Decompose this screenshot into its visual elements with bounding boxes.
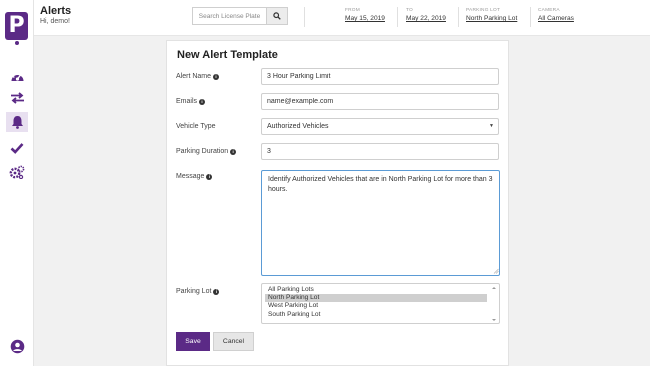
header-divider [530, 7, 531, 27]
top-header: Alerts Hi, demo! FROM May 15, 2019 TO Ma… [34, 0, 650, 36]
dashboard-icon[interactable] [6, 66, 28, 86]
emails-input[interactable] [261, 93, 499, 110]
dropdown-caret-icon: ▼ [489, 123, 494, 129]
vehicle-type-label: Vehicle Type [176, 123, 216, 130]
vehicle-type-value: Authorized Vehicles [267, 123, 329, 130]
info-icon: i [213, 73, 220, 80]
message-textarea[interactable] [261, 170, 500, 276]
settings-icon[interactable] [6, 162, 28, 182]
parking-duration-label: Parking Duration i [176, 148, 237, 155]
app-logo[interactable]: P [5, 12, 28, 45]
license-plate-search-input[interactable] [192, 7, 266, 25]
emails-label: Emails i [176, 98, 206, 105]
alert-name-label: Alert Name i [176, 73, 220, 80]
check-icon[interactable] [6, 138, 28, 158]
parking-lot-option[interactable]: South Parking Lot [265, 311, 487, 319]
page-title: Alerts [40, 5, 72, 17]
from-date-link[interactable]: May 15, 2019 [345, 15, 385, 22]
logo-letter: P [8, 13, 25, 38]
info-icon: i [206, 173, 213, 180]
save-button[interactable]: Save [176, 332, 210, 351]
sidebar: P [0, 0, 34, 366]
scrollbar[interactable] [491, 286, 497, 322]
from-label: FROM [345, 8, 360, 13]
search-button[interactable] [266, 7, 288, 25]
parking-lot-option[interactable]: West Parking Lot [265, 302, 487, 310]
to-date-link[interactable]: May 22, 2019 [406, 15, 446, 22]
header-divider [304, 7, 305, 27]
transfer-icon[interactable] [6, 88, 28, 108]
new-alert-template-card: New Alert Template Alert Namei Emailsi V… [166, 40, 509, 366]
header-divider [397, 7, 398, 27]
logo-pin-dot [15, 41, 19, 45]
parking-lot-label: Parking Lot i [176, 288, 220, 295]
parking-lot-filter: PARKING LOT North Parking Lot [466, 8, 517, 22]
alert-name-input[interactable] [261, 68, 499, 85]
parking-lot-label: PARKING LOT [466, 8, 501, 13]
parking-lot-option-selected[interactable]: North Parking Lot [265, 294, 487, 303]
header-divider [458, 7, 459, 27]
info-icon: i [230, 148, 237, 155]
user-icon[interactable] [6, 336, 28, 356]
alert-name-label-text: Alert Name [176, 73, 212, 80]
camera-label: CAMERA [538, 8, 560, 13]
message-label: Message i [176, 173, 213, 180]
camera-filter: CAMERA All Cameras [538, 8, 574, 22]
user-greeting: Hi, demo! [40, 18, 70, 25]
message-label-text: Message [176, 173, 205, 180]
parking-lot-option[interactable]: All Parking Lots [265, 286, 487, 294]
info-icon: i [213, 288, 220, 295]
emails-label-text: Emails [176, 98, 198, 105]
info-icon: i [199, 98, 206, 105]
to-date-filter: TO May 22, 2019 [406, 8, 446, 22]
camera-link[interactable]: All Cameras [538, 15, 574, 22]
parking-lot-link[interactable]: North Parking Lot [466, 15, 517, 22]
parking-lot-multiselect[interactable]: All Parking Lots North Parking Lot West … [261, 283, 500, 324]
vehicle-type-label-text: Vehicle Type [176, 123, 216, 130]
cancel-button[interactable]: Cancel [213, 332, 254, 351]
bell-icon[interactable] [6, 112, 28, 132]
resize-grip-icon[interactable] [493, 268, 499, 274]
search-icon [273, 12, 281, 20]
vehicle-type-select[interactable]: Authorized Vehicles ▼ [261, 118, 499, 135]
parking-duration-label-text: Parking Duration [176, 148, 229, 155]
form-title: New Alert Template [177, 49, 278, 61]
parking-lot-label-text: Parking Lot [176, 288, 212, 295]
to-label: TO [406, 8, 413, 13]
parking-duration-input[interactable] [261, 143, 499, 160]
from-date-filter: FROM May 15, 2019 [345, 8, 385, 22]
